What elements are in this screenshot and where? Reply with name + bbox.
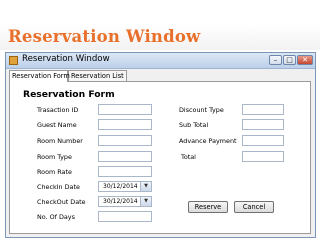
room-number-input[interactable] [98,135,152,146]
checkout-date-label: CheckOut Date [37,198,86,206]
advance-payment-input[interactable] [242,135,284,146]
room-rate-input[interactable] [98,166,152,177]
chevron-down-icon[interactable]: ▼ [140,197,151,206]
window-title-bar[interactable]: Reservation Window – □ ✕ [6,53,315,69]
sub-total-input[interactable] [242,119,284,130]
sub-total-label: Sub Total [179,121,209,129]
total-input[interactable] [242,151,284,162]
transaction-id-label: Trasaction ID [37,106,79,114]
tab-reservation-list[interactable]: Reservation List [68,70,127,81]
cancel-button[interactable]: Cancel [234,201,274,213]
chevron-down-icon[interactable]: ▼ [140,182,151,191]
window-title: Reservation Window [22,54,110,64]
no-of-days-input[interactable] [98,211,152,222]
maximize-button[interactable]: □ [283,55,296,65]
room-number-label: Room Number [37,137,83,145]
room-rate-label: Room Rate [37,168,72,176]
reservation-window: Reservation Window – □ ✕ Reservation For… [5,52,316,238]
transaction-id-input[interactable] [98,104,152,115]
close-button[interactable]: ✕ [297,55,313,65]
guest-name-input[interactable] [98,119,152,130]
total-label: Total [181,153,196,161]
room-type-label: Room Type [37,153,72,161]
checkin-date-label: CheckIn Date [37,183,80,191]
discount-type-label: Discount Type [179,106,224,114]
form-heading: Reservation Form [23,89,115,100]
advance-payment-label: Advance Payment [179,137,237,145]
slide-title: Reservation Window [8,27,201,46]
checkout-date-value: 30/12/2014 [103,198,138,205]
tab-reservation-form[interactable]: Reservation Form [9,70,70,82]
no-of-days-label: No. Of Days [37,213,75,221]
minimize-button[interactable]: – [269,55,282,65]
discount-type-input[interactable] [242,104,284,115]
reservation-form-panel: Reservation Form Trasaction ID Guest Nam… [9,81,311,234]
app-icon [9,56,18,65]
checkout-date-picker[interactable]: 30/12/2014 ▼ [98,196,152,207]
reserve-button[interactable]: Reserve [188,201,228,213]
room-type-input[interactable] [98,151,152,162]
guest-name-label: Guest Name [37,121,77,129]
checkin-date-picker[interactable]: 30/12/2014 ▼ [98,181,152,192]
checkin-date-value: 30/12/2014 [103,183,138,190]
